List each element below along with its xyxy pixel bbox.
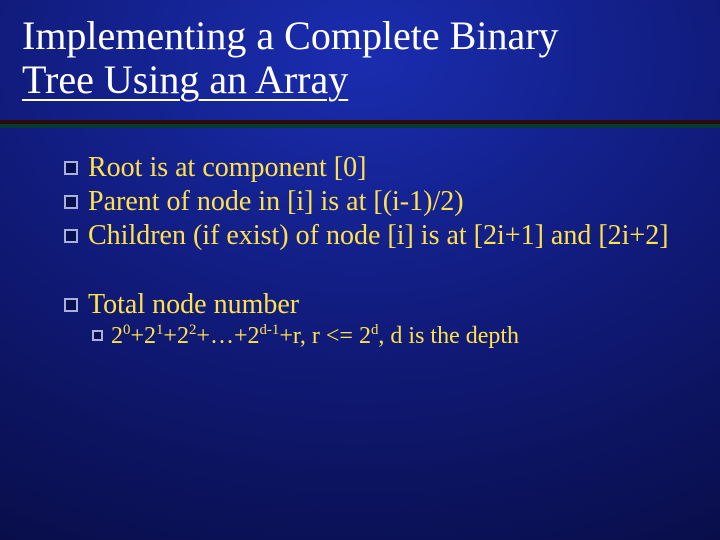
fpart: +2 [163,323,189,349]
fpart: , d is the depth [378,323,519,349]
square-bullet-icon [92,330,103,341]
square-bullet-icon [64,161,78,175]
title-line-1: Implementing a Complete Binary [22,13,559,58]
square-bullet-icon [64,229,78,243]
fpart: 2 [111,323,123,349]
slide: Implementing a Complete Binary Tree Usin… [0,0,720,540]
sub-bullet-formula: 20+21+22+…+2d-1+r, r <= 2d, d is the dep… [111,323,690,351]
spacer [64,255,690,289]
bullet-text: Root is at component [0] [88,152,690,184]
bullet-text: Total node number [88,289,690,321]
bullet-item: Children (if exist) of node [i] is at [2… [64,220,690,252]
fpart: +…+2 [196,323,259,349]
bullet-item: Root is at component [0] [64,152,690,184]
bullet-text: Parent of node in [i] is at [(i-1)/2) [88,186,690,218]
square-bullet-icon [64,298,78,312]
title-block: Implementing a Complete Binary Tree Usin… [22,14,698,102]
title-line-2: Tree Using an Array [22,57,348,102]
body: Root is at component [0] Parent of node … [64,152,690,352]
bullet-item: Total node number [64,289,690,321]
fpart: +r, r <= 2 [279,323,371,349]
title-rule [0,120,720,128]
fexp: d-1 [259,322,279,338]
fpart: +2 [130,323,156,349]
bullet-item: Parent of node in [i] is at [(i-1)/2) [64,186,690,218]
bullet-text: Children (if exist) of node [i] is at [2… [88,220,690,252]
rule-bot [0,124,720,128]
sub-bullet-item: 20+21+22+…+2d-1+r, r <= 2d, d is the dep… [92,323,690,351]
slide-title: Implementing a Complete Binary Tree Usin… [22,14,698,102]
square-bullet-icon [64,195,78,209]
